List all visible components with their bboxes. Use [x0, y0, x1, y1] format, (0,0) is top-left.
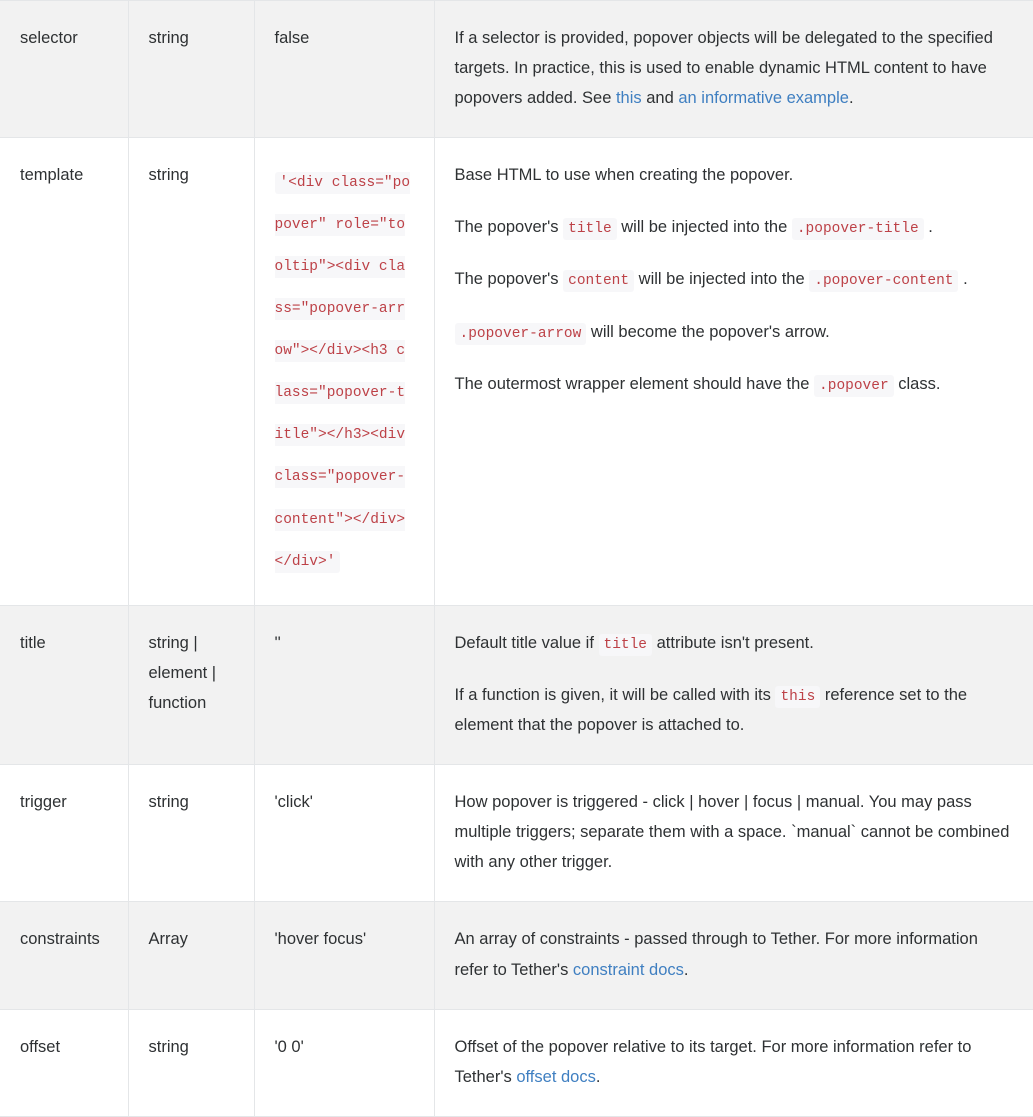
option-type: string: [148, 166, 189, 185]
link-this[interactable]: this: [616, 89, 642, 107]
option-description-cell: Base HTML to use when creating the popov…: [434, 137, 1033, 606]
option-type-cell: string: [128, 0, 255, 138]
description-paragraph: If a function is given, it will be calle…: [455, 680, 1014, 740]
description-text: will become the popover's arrow.: [586, 322, 830, 341]
description-paragraph: An array of constraints - passed through…: [455, 924, 1014, 984]
table-row: title string | element | function '' Def…: [0, 604, 1033, 765]
option-default-cell: 'click': [254, 764, 435, 902]
description-text: If a function is given, it will be calle…: [454, 686, 776, 705]
option-default: '0 0': [274, 1037, 304, 1056]
description-text: .: [683, 960, 689, 979]
table-row: trigger string 'click' How popover is tr…: [0, 764, 1033, 902]
table-row: offset string '0 0' Offset of the popove…: [0, 1008, 1033, 1117]
option-description-cell: If a selector is provided, popover objec…: [434, 0, 1033, 138]
description-paragraph: Base HTML to use when creating the popov…: [455, 160, 1014, 190]
description-paragraph: If a selector is provided, popover objec…: [455, 23, 1014, 113]
description-paragraph: Default title value if title attribute i…: [455, 628, 1014, 658]
option-default: 'hover focus': [274, 930, 367, 949]
option-default: '': [274, 633, 281, 652]
option-default-cell: '<div class="popover" role="tooltip"><di…: [254, 137, 435, 606]
option-name-cell: offset: [0, 1008, 129, 1117]
code-popover-content-class: .popover-content: [809, 270, 959, 293]
description-text: and: [641, 89, 679, 108]
description-text: .: [958, 270, 968, 289]
template-code-wrap: '<div class="popover" role="tooltip"><di…: [274, 160, 414, 581]
option-name-cell: constraints: [0, 901, 129, 1010]
description-text: attribute isn't present.: [652, 633, 814, 652]
code-title-attribute: title: [598, 633, 653, 656]
popover-options-table: selector string false If a selector is p…: [0, 0, 1033, 1117]
table-row: constraints Array 'hover focus' An array…: [0, 901, 1033, 1010]
link-an-informative-example[interactable]: an informative example: [678, 89, 849, 107]
option-name: template: [20, 166, 84, 185]
option-default-cell: '': [254, 604, 435, 765]
option-type-cell: string: [128, 137, 255, 606]
table-row: template string '<div class="popover" ro…: [0, 137, 1033, 606]
option-type: string | element | function: [148, 633, 217, 712]
option-description-cell: Default title value if title attribute i…: [434, 604, 1033, 765]
option-type: string: [148, 1037, 189, 1056]
code-popover-class: .popover: [814, 375, 894, 398]
option-type: Array: [148, 930, 188, 949]
code-content: content: [563, 270, 635, 293]
description-text: Base HTML to use when creating the popov…: [454, 166, 794, 185]
option-type: string: [148, 29, 189, 47]
description-paragraph: The popover's content will be injected i…: [455, 264, 1014, 294]
code-this: this: [775, 686, 821, 709]
description-text: The popover's: [454, 218, 564, 237]
description-text: .: [848, 89, 854, 108]
code-popover-title-class: .popover-title: [791, 218, 924, 241]
description-text: will be injected into the: [616, 218, 792, 237]
description-text: Default title value if: [454, 633, 599, 652]
table-row: selector string false If a selector is p…: [0, 0, 1033, 138]
option-name: trigger: [20, 793, 67, 812]
option-name-cell: template: [0, 137, 129, 606]
option-type-cell: string: [128, 764, 255, 902]
description-text: The popover's: [454, 270, 564, 289]
option-name-cell: trigger: [0, 764, 129, 902]
option-description-cell: Offset of the popover relative to its ta…: [434, 1008, 1033, 1117]
option-type-cell: string | element | function: [128, 604, 255, 765]
description-paragraph: The outermost wrapper element should hav…: [455, 369, 1014, 399]
description-text: The outermost wrapper element should hav…: [454, 375, 815, 394]
code-title: title: [563, 218, 617, 241]
template-default-code: '<div class="popover" role="tooltip"><di…: [274, 172, 411, 573]
description-text: An array of constraints - passed through…: [454, 930, 978, 979]
option-type-cell: string: [128, 1008, 255, 1117]
description-text: will be injected into the: [634, 270, 810, 289]
description-text: .: [923, 218, 933, 237]
code-popover-arrow-class: .popover-arrow: [454, 322, 587, 345]
option-type-cell: Array: [128, 901, 255, 1010]
option-type: string: [148, 793, 189, 812]
option-description-cell: An array of constraints - passed through…: [434, 901, 1033, 1010]
link-constraint-docs[interactable]: constraint docs: [573, 961, 684, 979]
option-name: constraints: [20, 930, 100, 949]
option-name: selector: [20, 29, 78, 47]
description-paragraph: .popover-arrow will become the popover's…: [454, 317, 1014, 347]
option-default-cell: '0 0': [254, 1008, 435, 1117]
description-paragraph: The popover's title will be injected int…: [455, 212, 1014, 242]
option-default: false: [274, 29, 310, 47]
option-default: 'click': [274, 793, 313, 812]
option-name: offset: [20, 1037, 61, 1056]
option-default-cell: 'hover focus': [254, 901, 435, 1010]
option-name: title: [20, 633, 46, 652]
option-description-cell: How popover is triggered - click | hover…: [434, 764, 1033, 902]
description-paragraph: How popover is triggered - click | hover…: [454, 793, 1010, 872]
link-offset-docs[interactable]: offset docs: [516, 1068, 596, 1086]
option-name-cell: selector: [0, 0, 129, 138]
description-paragraph: Offset of the popover relative to its ta…: [455, 1032, 1014, 1092]
description-text: .: [595, 1067, 601, 1086]
option-name-cell: title: [0, 604, 129, 765]
option-default-cell: false: [254, 0, 435, 138]
description-text: class.: [893, 375, 941, 394]
